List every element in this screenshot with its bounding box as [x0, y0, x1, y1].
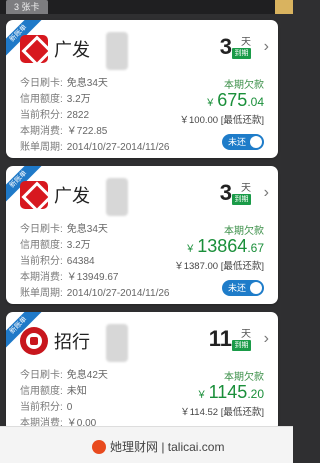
due-amount: ￥ 1145.20 [196, 382, 264, 402]
days-to-due: 3 [219, 180, 232, 205]
detail-row: 本期消费: ￥13949.67 [20, 272, 119, 283]
bill-card[interactable]: 新账单 广发 3 天 到期 › 今日刷卡: 免息34天 信用额度: 3.2万 当前积… [6, 166, 278, 304]
guangfa-logo-icon [20, 181, 48, 209]
chevron-right-icon[interactable]: › [264, 184, 269, 202]
guangfa-logo-icon [20, 35, 48, 63]
bank-name: 招行 [54, 332, 90, 352]
detail-row: 当前积分: 2822 [20, 110, 90, 121]
detail-row: 今日刷卡: 免息42天 [20, 370, 108, 381]
due-tag: 到期 [232, 194, 251, 205]
watermark-bar: 她理财网 | talicai.com [0, 426, 293, 463]
due-amount: ￥ 13864.67 [185, 236, 264, 256]
bill-card[interactable]: 新账单 广发 3 天 到期 › 今日刷卡: 免息34天 信用额度: 3.2万 当前积… [6, 20, 278, 158]
detail-row: 今日刷卡: 免息34天 [20, 224, 108, 235]
masked-card-number [106, 32, 128, 70]
days-unit: 天 [241, 183, 251, 194]
detail-row: 信用额度: 未知 [20, 386, 87, 397]
detail-row: 信用额度: 3.2万 [20, 94, 91, 105]
due-tag: 到期 [232, 340, 251, 351]
site-logo-icon [92, 440, 106, 454]
current-due-label: 本期欠款 [224, 226, 264, 237]
detail-row: 当前积分: 0 [20, 402, 73, 413]
detail-row: 账单周期: 2014/10/27-2014/11/26 [20, 288, 170, 299]
days-unit: 天 [241, 37, 251, 48]
bill-card[interactable]: 新账单 招行 11 天 到期 › 今日刷卡: 免息42天 信用额度: 未知 当前积分… [6, 312, 278, 432]
detail-row: 账单周期: 2014/10/27-2014/11/26 [20, 142, 170, 153]
days-to-due: 11 [208, 326, 232, 351]
due-tag: 到期 [232, 48, 251, 59]
cmb-logo-icon [20, 327, 48, 355]
days-unit: 天 [241, 329, 251, 340]
due-amount: ￥ 675.04 [205, 90, 264, 110]
detail-row: 今日刷卡: 免息34天 [20, 78, 108, 89]
top-bar: 3 张卡 [0, 0, 293, 14]
card-details: 今日刷卡: 免息34天 信用额度: 3.2万 当前积分: 2822 本期消费: ￥722… [20, 76, 169, 156]
days-to-due: 3 [219, 34, 232, 59]
min-payment: ￥114.52 [最低还款] [180, 407, 264, 418]
chevron-right-icon[interactable]: › [264, 330, 269, 348]
current-due-label: 本期欠款 [224, 372, 264, 383]
masked-card-number [106, 324, 128, 362]
bank-name: 广发 [54, 40, 90, 60]
top-right-accent [275, 0, 293, 14]
detail-row: 本期消费: ￥722.85 [20, 126, 108, 137]
min-payment: ￥100.00 [最低还款] [179, 115, 264, 126]
chevron-right-icon[interactable]: › [264, 38, 269, 56]
repay-status-toggle[interactable]: 未还 [222, 134, 264, 150]
masked-card-number [106, 178, 128, 216]
detail-row: 当前积分: 64384 [20, 256, 95, 267]
card-count-tab[interactable]: 3 张卡 [6, 0, 48, 14]
card-details: 今日刷卡: 免息42天 信用额度: 未知 当前积分: 0 本期消费: ￥0.00 [20, 368, 108, 432]
card-details: 今日刷卡: 免息34天 信用额度: 3.2万 当前积分: 64384 本期消费: ￥13… [20, 222, 169, 302]
detail-row: 信用额度: 3.2万 [20, 240, 91, 251]
watermark-text: 她理财网 | talicai.com [110, 440, 225, 454]
current-due-label: 本期欠款 [224, 80, 264, 91]
repay-status-toggle[interactable]: 未还 [222, 280, 264, 296]
min-payment: ￥1387.00 [最低还款] [174, 261, 264, 272]
bank-name: 广发 [54, 186, 90, 206]
